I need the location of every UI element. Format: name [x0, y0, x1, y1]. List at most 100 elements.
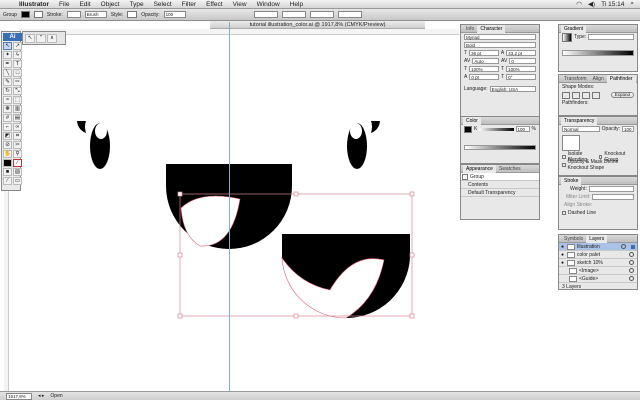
- scissors-tool-icon[interactable]: ✂: [13, 141, 22, 149]
- appearance-group-label[interactable]: Group: [470, 174, 484, 180]
- layer-name[interactable]: sketch 10%: [577, 260, 603, 266]
- fill-color-swatch[interactable]: [464, 125, 472, 133]
- dashed-line-checkbox[interactable]: [562, 211, 566, 215]
- line-tool-icon[interactable]: ╲: [3, 69, 12, 77]
- k-value-field[interactable]: 100: [515, 126, 530, 132]
- gradient-slider[interactable]: [562, 50, 634, 56]
- appearance-contents[interactable]: Contents: [462, 182, 488, 188]
- k-slider[interactable]: [479, 127, 514, 131]
- visibility-eye-icon[interactable]: ●: [560, 244, 565, 250]
- exclude-icon[interactable]: [592, 91, 600, 99]
- selection-tool-icon[interactable]: ↖: [3, 42, 12, 50]
- layer-row-image[interactable]: <Image>: [559, 267, 637, 275]
- font-size-field[interactable]: 36 pt: [469, 50, 499, 56]
- target-circle-icon[interactable]: [629, 260, 634, 265]
- expand-button[interactable]: Expand: [610, 92, 634, 98]
- stroke-color-icon[interactable]: ⁄: [13, 159, 22, 167]
- rotate-tool-icon[interactable]: ↻: [3, 87, 12, 95]
- tab-swatches[interactable]: Swatches: [496, 165, 524, 173]
- opacity-mask-checkbox[interactable]: [562, 163, 566, 167]
- tab-stroke[interactable]: Stroke: [561, 176, 582, 185]
- opacity-mask-thumbnail[interactable]: [562, 135, 580, 151]
- tab-align[interactable]: Align: [590, 75, 607, 83]
- tab-appearance[interactable]: Appearance: [463, 164, 496, 173]
- vertical-scale-field[interactable]: 100%: [506, 66, 536, 72]
- visibility-eye-icon[interactable]: ●: [560, 252, 565, 258]
- magic-wand-tool-icon[interactable]: ✦: [3, 51, 12, 59]
- kerning-field[interactable]: Auto: [472, 58, 499, 64]
- selection-indicator-icon[interactable]: [631, 244, 635, 249]
- direct-selection-tool-icon[interactable]: ↗: [13, 42, 22, 50]
- zoom-field[interactable]: 1917,8%: [6, 392, 32, 400]
- visibility-eye-icon[interactable]: ●: [560, 260, 565, 266]
- baseline-field[interactable]: 0 pt: [469, 74, 500, 80]
- intersect-icon[interactable]: [582, 91, 590, 99]
- blend-tool-icon[interactable]: ∞: [13, 123, 22, 131]
- slice-tool-icon[interactable]: ⊘: [3, 141, 12, 149]
- gradient-type-select[interactable]: [588, 34, 634, 40]
- target-circle-icon[interactable]: [629, 268, 634, 273]
- minus-front-icon[interactable]: [572, 91, 580, 99]
- crop-tool-icon[interactable]: ⌗: [13, 132, 22, 140]
- graph-tool-icon[interactable]: ▥: [13, 105, 22, 113]
- paintbrush-tool-icon[interactable]: ✎: [3, 78, 12, 86]
- symbol-sprayer-tool-icon[interactable]: ❋: [3, 105, 12, 113]
- isolate-checkbox[interactable]: [562, 155, 566, 159]
- gradient-tool-icon[interactable]: ▤: [13, 114, 22, 122]
- tab-info[interactable]: Info: [463, 25, 477, 33]
- layer-name[interactable]: Illustration: [577, 244, 600, 250]
- flyout-convert-icon[interactable]: ∧: [47, 34, 57, 43]
- tab-gradient[interactable]: Gradient: [561, 24, 587, 33]
- tab-pathfinder[interactable]: Pathfinder: [606, 74, 636, 83]
- page-nav-icon[interactable]: ◂ ▸: [38, 393, 44, 399]
- layer-name[interactable]: <Image>: [579, 268, 599, 274]
- color-mode-icon[interactable]: ■: [3, 168, 12, 176]
- tab-layers[interactable]: Layers: [586, 234, 608, 243]
- pen-tool-icon[interactable]: ✒: [3, 60, 12, 68]
- blend-mode-select[interactable]: Normal: [562, 126, 600, 132]
- layer-name[interactable]: <Guide>: [579, 276, 598, 282]
- right-eye[interactable]: [347, 121, 380, 169]
- tab-symbols[interactable]: Symbols: [561, 235, 586, 243]
- type-tool-icon[interactable]: T: [13, 60, 22, 68]
- live-paint-tool-icon[interactable]: ◩: [3, 132, 12, 140]
- miter-field[interactable]: [592, 194, 634, 200]
- layer-row-color-palet[interactable]: ● color palet: [559, 251, 637, 259]
- zoom-tool-icon[interactable]: ⚲: [13, 150, 22, 158]
- weight-field[interactable]: [588, 186, 634, 192]
- target-circle-icon[interactable]: [621, 244, 626, 249]
- leading-field[interactable]: 43,2 pt: [506, 50, 536, 56]
- scale-tool-icon[interactable]: ⤡: [13, 87, 22, 95]
- tab-color[interactable]: Color: [463, 116, 481, 125]
- warp-tool-icon[interactable]: ≈: [3, 96, 12, 104]
- flyout-anchor-icon[interactable]: ⌃: [36, 34, 46, 43]
- left-eye[interactable]: [77, 121, 110, 169]
- appearance-transparency[interactable]: Default Transparency: [462, 190, 516, 196]
- free-transform-tool-icon[interactable]: ⬚: [13, 96, 22, 104]
- target-circle-icon[interactable]: [629, 276, 634, 281]
- font-family-field[interactable]: Myriad: [464, 34, 536, 40]
- tab-character[interactable]: Character: [477, 24, 506, 33]
- hand-tool-icon[interactable]: ✋: [3, 150, 12, 158]
- layer-row-sketch[interactable]: ● sketch 10%: [559, 259, 637, 267]
- mouth-right[interactable]: [281, 234, 410, 319]
- artboard[interactable]: [0, 0, 640, 400]
- font-style-field[interactable]: Bold: [464, 42, 536, 48]
- flyout-pen-icon[interactable]: ↖: [25, 34, 35, 43]
- layer-name[interactable]: color palet: [577, 252, 600, 258]
- rotation-field[interactable]: 0°: [506, 74, 536, 80]
- fill-color-icon[interactable]: [3, 159, 12, 167]
- layer-row-illustration[interactable]: ● Illustration: [559, 243, 637, 251]
- layer-row-guide[interactable]: <Guide>: [559, 275, 637, 283]
- tab-transform[interactable]: Transform: [561, 75, 590, 83]
- color-spectrum-bar[interactable]: [464, 144, 536, 150]
- vertical-guide[interactable]: [229, 22, 230, 394]
- screen-mode-icon[interactable]: ▭: [13, 177, 22, 185]
- tracking-field[interactable]: 0: [509, 58, 536, 64]
- target-circle-icon[interactable]: [629, 252, 634, 257]
- horizontal-scale-field[interactable]: 100%: [469, 66, 499, 72]
- tab-transparency[interactable]: Transparency: [561, 116, 598, 125]
- mesh-tool-icon[interactable]: #: [3, 114, 12, 122]
- pencil-tool-icon[interactable]: ✏: [13, 78, 22, 86]
- eyedropper-tool-icon[interactable]: ⌐: [3, 123, 12, 131]
